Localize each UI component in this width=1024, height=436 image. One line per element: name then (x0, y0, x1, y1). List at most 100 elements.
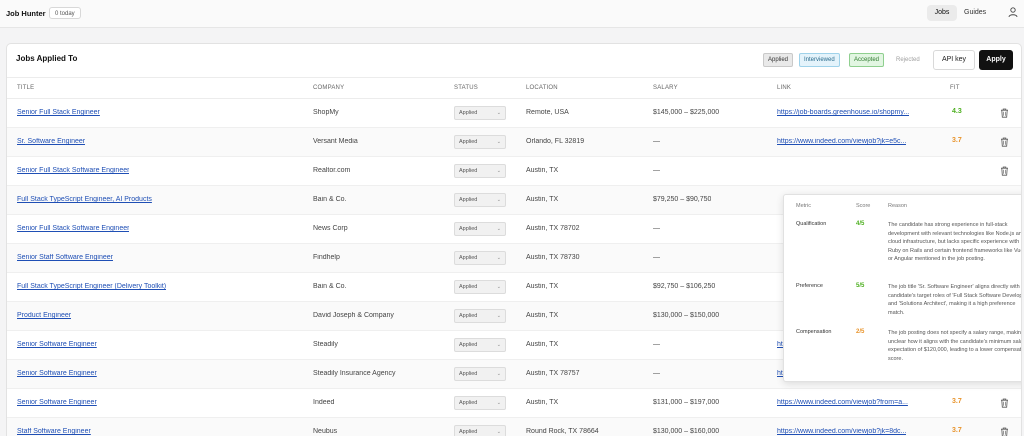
chevron-down-icon: ⌄ (496, 313, 501, 319)
fit-score-popover: Metric Score Reason Qualification 4/5 The … (783, 194, 1021, 382)
column-company[interactable]: COMPANY (313, 85, 344, 91)
location-cell: Austin, TX 78757 (526, 370, 580, 377)
status-select[interactable]: Applied ⌄ (454, 280, 506, 294)
location-cell: Austin, TX 78730 (526, 254, 580, 261)
filter-rejected[interactable]: Rejected (891, 53, 925, 67)
job-link[interactable]: https://www.indeed.com/viewjob?from=a... (777, 399, 908, 406)
job-title-link[interactable]: Senior Software Engineer (17, 370, 97, 377)
nav-guides[interactable]: Guides (964, 5, 986, 21)
chevron-down-icon: ⌄ (496, 226, 501, 232)
location-cell: Remote, USA (526, 109, 569, 116)
column-title[interactable]: TITLE (17, 85, 34, 91)
column-salary[interactable]: SALARY (653, 85, 678, 91)
apply-button[interactable]: Apply (979, 50, 1013, 70)
company-cell: Steadily (313, 341, 338, 348)
location-cell: Austin, TX 78702 (526, 225, 580, 232)
card-title: Jobs Applied To (16, 54, 78, 63)
filter-accepted[interactable]: Accepted (849, 53, 885, 67)
job-title-link[interactable]: Sr. Software Engineer (17, 138, 85, 145)
salary-cell: $79,250 – $90,750 (653, 196, 712, 203)
table-row[interactable]: Senior Full Stack Software Engineer Realt… (7, 157, 1021, 186)
company-cell: Bain & Co. (313, 283, 347, 290)
column-fit[interactable]: FIT (950, 85, 960, 91)
status-select[interactable]: Applied ⌄ (454, 135, 506, 149)
fit-score[interactable]: 3.7 (952, 398, 962, 405)
status-select[interactable]: Applied ⌄ (454, 164, 506, 178)
popover-metric: Compensation (796, 329, 832, 335)
job-title-link[interactable]: Senior Full Stack Engineer (17, 109, 100, 116)
fit-score[interactable]: 3.7 (952, 137, 962, 144)
top-bar: Job Hunter 0 today Jobs Guides (0, 0, 1024, 28)
location-cell: Austin, TX (526, 312, 559, 319)
chevron-down-icon: ⌄ (496, 139, 501, 145)
table-row[interactable]: Senior Software Engineer Indeed Applied ⌄ Au… (7, 389, 1021, 418)
job-title-link[interactable]: Senior Full Stack Software Engineer (17, 167, 129, 174)
salary-cell: — (653, 254, 660, 261)
company-cell: Findhelp (313, 254, 340, 261)
job-title-link[interactable]: Full Stack TypeScript Engineer, AI Produ… (17, 196, 152, 203)
user-icon[interactable] (1007, 6, 1019, 18)
job-title-link[interactable]: Full Stack TypeScript Engineer (Delivery… (17, 283, 166, 290)
salary-cell: — (653, 225, 660, 232)
nav-jobs[interactable]: Jobs (927, 5, 957, 21)
status-select[interactable]: Applied ⌄ (454, 251, 506, 265)
status-value: Applied (459, 168, 478, 174)
job-title-link[interactable]: Senior Software Engineer (17, 341, 97, 348)
table-row[interactable]: Staff Software Engineer Neubus Applied ⌄ Rou… (7, 418, 1021, 436)
status-select[interactable]: Applied ⌄ (454, 367, 506, 381)
trash-icon[interactable] (1000, 398, 1009, 408)
location-cell: Austin, TX (526, 399, 559, 406)
status-select[interactable]: Applied ⌄ (454, 309, 506, 323)
popover-header-score: Score (856, 203, 871, 209)
job-link[interactable]: https://www.indeed.com/viewjob?jk=8dc... (777, 428, 906, 435)
filter-applied[interactable]: Applied (763, 53, 794, 67)
job-title-link[interactable]: Senior Staff Software Engineer (17, 254, 113, 261)
fit-score[interactable]: 3.7 (952, 427, 962, 434)
location-cell: Austin, TX (526, 196, 559, 203)
location-cell: Austin, TX (526, 341, 559, 348)
fit-score[interactable]: 4.3 (952, 108, 962, 115)
salary-cell: — (653, 138, 660, 145)
company-cell: Versant Media (313, 138, 358, 145)
status-select[interactable]: Applied ⌄ (454, 106, 506, 120)
status-select[interactable]: Applied ⌄ (454, 338, 506, 352)
status-select[interactable]: Applied ⌄ (454, 425, 506, 436)
table-row[interactable]: Senior Full Stack Engineer ShopMy Applied ⌄… (7, 99, 1021, 128)
company-cell: Neubus (313, 428, 338, 435)
job-title-link[interactable]: Product Engineer (17, 312, 71, 319)
column-link[interactable]: LINK (777, 85, 791, 91)
chevron-down-icon: ⌄ (496, 255, 501, 261)
column-location[interactable]: LOCATION (526, 85, 558, 91)
job-title-link[interactable]: Staff Software Engineer (17, 428, 91, 435)
trash-icon[interactable] (1000, 108, 1009, 118)
popover-metric: Qualification (796, 221, 827, 227)
chevron-down-icon: ⌄ (496, 284, 501, 290)
popover-header-metric: Metric (796, 203, 811, 209)
chevron-down-icon: ⌄ (496, 110, 501, 116)
app-title[interactable]: Job Hunter (6, 9, 46, 18)
filter-interviewed[interactable]: Interviewed (799, 53, 840, 67)
location-cell: Round Rock, TX 78664 (526, 428, 599, 435)
status-select[interactable]: Applied ⌄ (454, 193, 506, 207)
trash-icon[interactable] (1000, 427, 1009, 436)
trash-icon[interactable] (1000, 166, 1009, 176)
job-title-link[interactable]: Senior Full Stack Software Engineer (17, 225, 129, 232)
company-cell: Bain & Co. (313, 196, 347, 203)
status-select[interactable]: Applied ⌄ (454, 396, 506, 410)
trash-icon[interactable] (1000, 137, 1009, 147)
salary-cell: $92,750 – $106,250 (653, 283, 716, 290)
chevron-down-icon: ⌄ (496, 168, 501, 174)
job-link[interactable]: https://job-boards.greenhouse.io/shopmy.… (777, 109, 909, 116)
status-value: Applied (459, 139, 478, 145)
salary-cell: $145,000 – $225,000 (653, 109, 720, 116)
popover-header-reason: Reason (888, 203, 907, 209)
chevron-down-icon: ⌄ (496, 197, 501, 203)
job-link[interactable]: https://www.indeed.com/viewjob?jk=e5c... (777, 138, 906, 145)
api-key-button[interactable]: API key (933, 50, 975, 70)
chevron-down-icon: ⌄ (496, 429, 501, 435)
job-title-link[interactable]: Senior Software Engineer (17, 399, 97, 406)
status-select[interactable]: Applied ⌄ (454, 222, 506, 236)
salary-cell: $130,000 – $160,000 (653, 428, 720, 435)
column-status[interactable]: STATUS (454, 85, 478, 91)
table-row[interactable]: Sr. Software Engineer Versant Media Applie… (7, 128, 1021, 157)
